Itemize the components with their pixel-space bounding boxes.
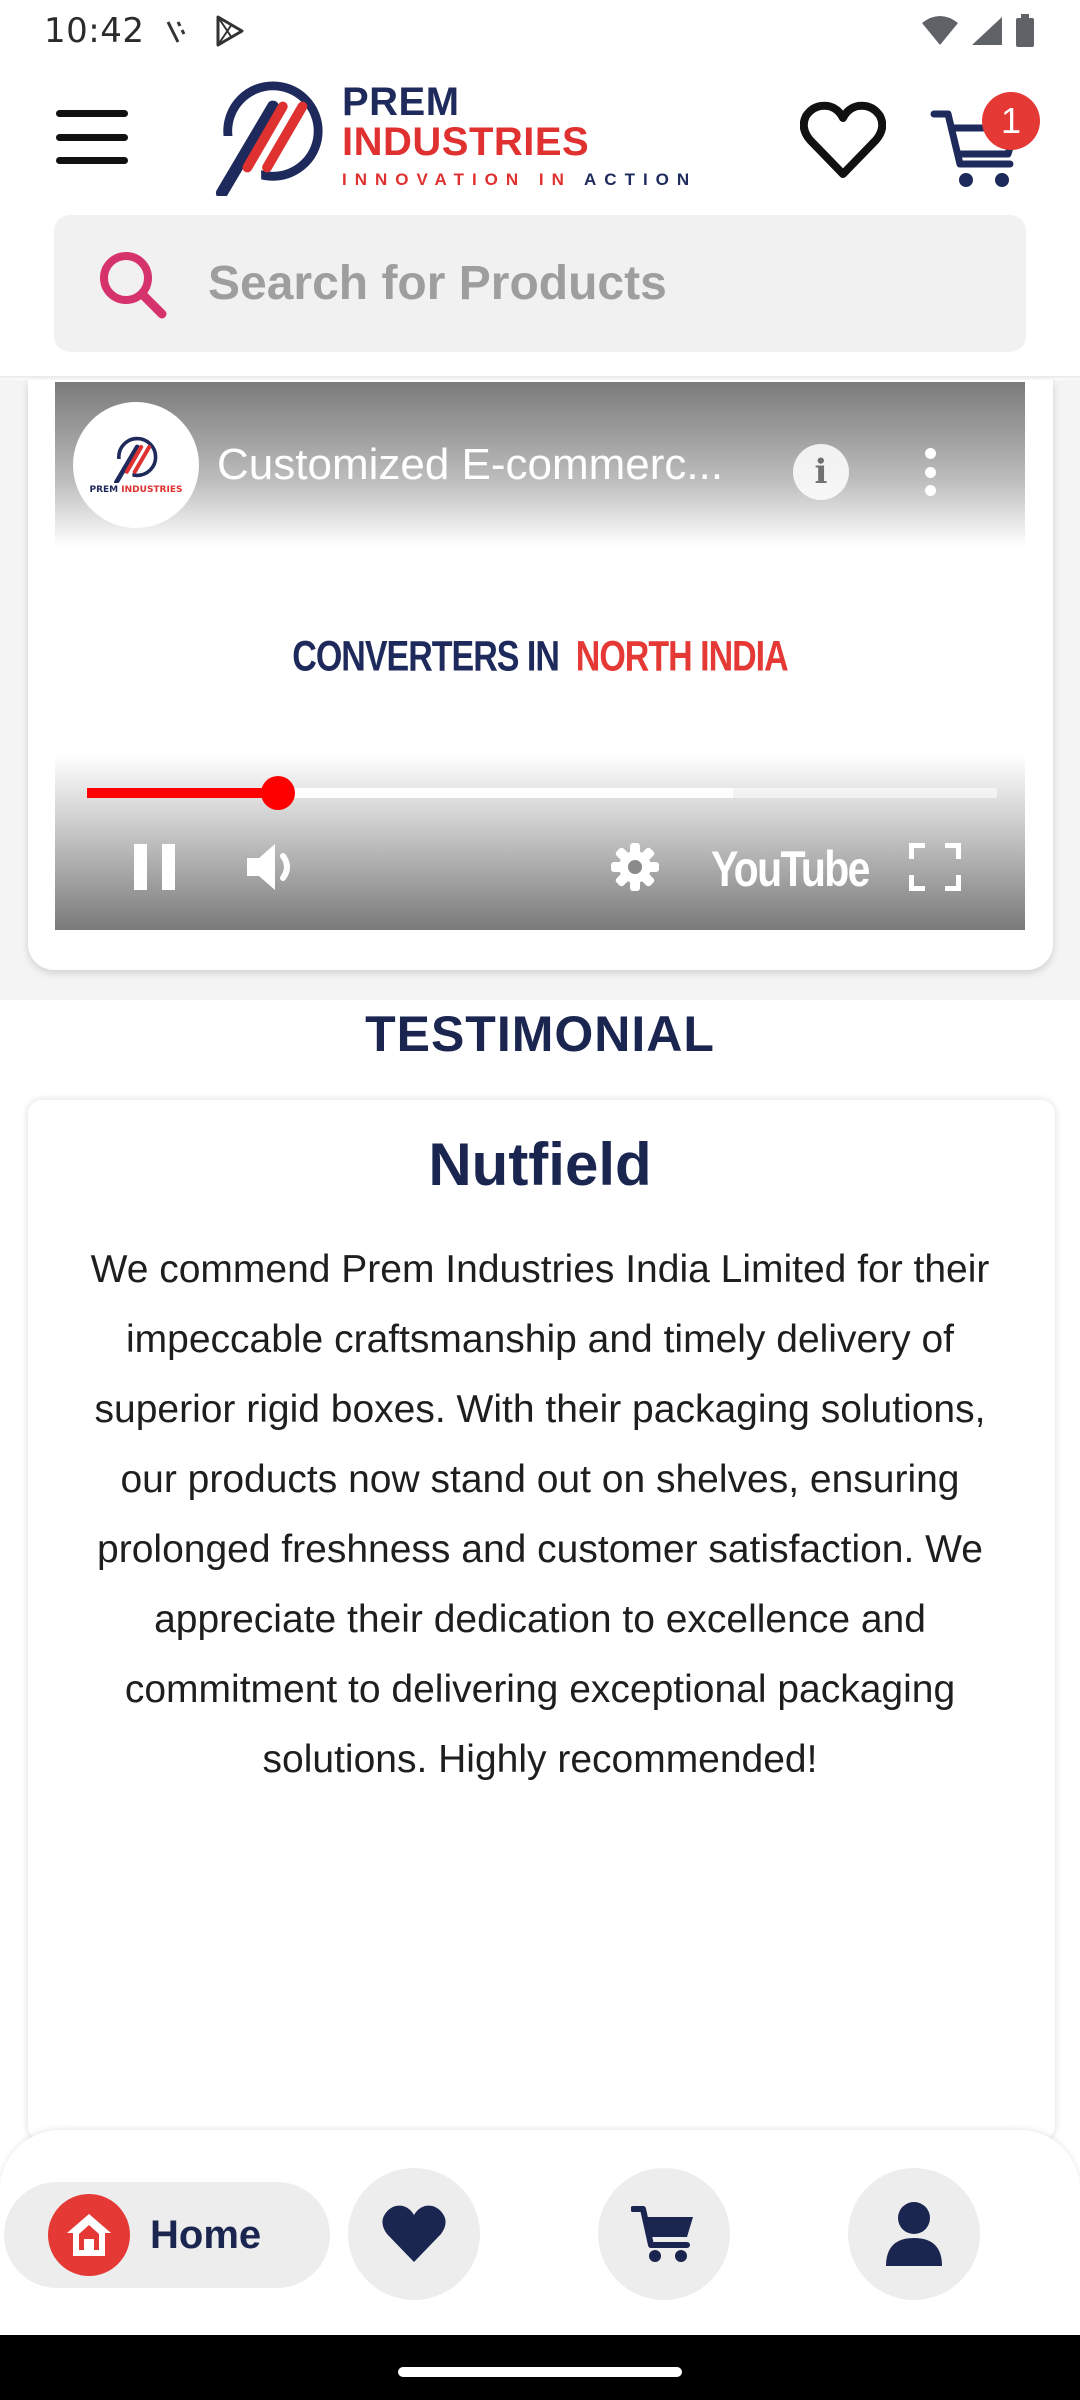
cart-count-badge: 1 bbox=[982, 92, 1040, 150]
cart-button[interactable]: 1 bbox=[930, 92, 1040, 192]
logo-mark-icon bbox=[212, 81, 323, 196]
video-frame-caption: CONVERTERS IN NORTH INDIA bbox=[292, 633, 788, 681]
search-input[interactable]: Search for Products bbox=[54, 215, 1026, 352]
testimonial-heading: TESTIMONIAL bbox=[365, 1006, 715, 1062]
wifi-icon bbox=[922, 16, 958, 45]
channel-logo-icon bbox=[112, 436, 158, 483]
brand-tagline: INNOVATION IN ACTION bbox=[341, 170, 698, 189]
fullscreen-icon bbox=[909, 843, 961, 891]
video-settings-button[interactable] bbox=[600, 837, 670, 897]
app-header: PREM INDUSTRIES INNOVATION IN ACTION 1 bbox=[0, 62, 1080, 212]
youtube-video-player[interactable]: PREM INDUSTRIES Customized E-commerc... … bbox=[55, 382, 1025, 930]
cart-icon bbox=[631, 2206, 693, 2262]
heart-icon bbox=[382, 2205, 446, 2262]
status-time: 10:42 bbox=[44, 11, 145, 51]
search-icon bbox=[100, 251, 167, 318]
testimonial-author: Nutfield bbox=[428, 1131, 652, 1198]
video-played-bar bbox=[87, 788, 279, 798]
nav-cart-button[interactable] bbox=[598, 2168, 730, 2300]
volume-button[interactable] bbox=[240, 837, 310, 897]
pause-icon bbox=[134, 844, 175, 890]
wishlist-button[interactable] bbox=[799, 100, 887, 180]
nav-account-button[interactable] bbox=[848, 2168, 980, 2300]
play-store-icon bbox=[216, 15, 244, 47]
youtube-logo[interactable]: YouTube bbox=[711, 840, 870, 900]
app-screen: 10:42 PREM INDUSTRIES INNOVATION IN ACTI… bbox=[0, 0, 1080, 2400]
status-bar: 10:42 bbox=[0, 0, 1080, 62]
channel-avatar[interactable]: PREM INDUSTRIES bbox=[73, 402, 199, 528]
nav-wishlist-button[interactable] bbox=[348, 2168, 480, 2300]
search-placeholder: Search for Products bbox=[208, 257, 667, 310]
home-gesture-handle[interactable] bbox=[398, 2367, 682, 2377]
nav-home-label: Home bbox=[150, 2212, 262, 2257]
cell-signal-icon bbox=[972, 17, 1002, 45]
battery-icon bbox=[1016, 14, 1034, 47]
home-icon bbox=[67, 2214, 111, 2256]
user-icon bbox=[886, 2202, 942, 2266]
hamburger-menu-button[interactable] bbox=[56, 110, 128, 164]
pause-button[interactable] bbox=[125, 837, 185, 897]
video-more-options-icon[interactable] bbox=[915, 442, 945, 502]
brand-name: PREM INDUSTRIES bbox=[341, 80, 590, 164]
video-title[interactable]: Customized E-commerc... bbox=[217, 440, 777, 490]
heart-outline-icon bbox=[799, 101, 887, 178]
nav-home-button[interactable]: Home bbox=[4, 2182, 330, 2288]
video-info-icon[interactable]: i bbox=[793, 444, 849, 500]
brand-logo[interactable]: PREM INDUSTRIES INNOVATION IN ACTION bbox=[212, 76, 712, 196]
video-scrubber-handle[interactable] bbox=[261, 776, 296, 810]
testimonial-text: We commend Prem Industries India Limited… bbox=[90, 1248, 990, 1781]
gear-icon bbox=[611, 843, 659, 891]
fullscreen-button[interactable] bbox=[900, 837, 970, 897]
video-progress-bar[interactable] bbox=[87, 776, 997, 810]
signal-off-icon bbox=[167, 21, 186, 43]
volume-icon bbox=[247, 844, 290, 890]
